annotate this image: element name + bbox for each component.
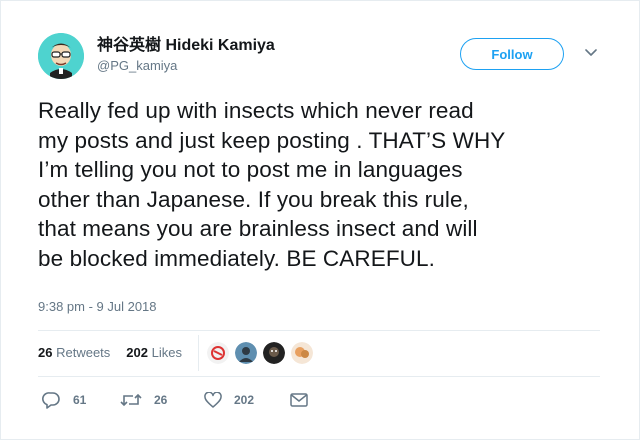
liker-avatar[interactable] (262, 341, 286, 365)
tweet-header: 神谷英樹 Hideki Kamiya @PG_kamiya Follow (38, 33, 608, 83)
divider (38, 376, 600, 377)
engagement-stats: 26 Retweets 202 Likes (38, 345, 198, 360)
author-names: 神谷英樹 Hideki Kamiya @PG_kamiya (97, 36, 275, 75)
retweets-stat-count: 26 (38, 345, 53, 360)
retweets-stat[interactable]: 26 Retweets (38, 345, 110, 360)
author-handle[interactable]: @PG_kamiya (97, 57, 275, 75)
retweet-count: 26 (154, 393, 168, 407)
likes-stat-label: Likes (151, 345, 182, 360)
like-count: 202 (234, 393, 255, 407)
tweet-timestamp[interactable]: 9:38 pm - 9 Jul 2018 (38, 299, 157, 314)
retweets-stat-label: Retweets (56, 345, 111, 360)
tweet-line: Really fed up with insects which never r… (38, 98, 474, 123)
reply-icon (42, 391, 61, 409)
tweet-line: my posts and just keep posting . THAT’S … (38, 127, 506, 153)
liker-avatar[interactable] (206, 341, 230, 365)
tweet-text: Really fed up with insects which never r… (38, 96, 613, 274)
chevron-down-icon[interactable] (583, 45, 599, 61)
author-display-name[interactable]: 神谷英樹 Hideki Kamiya (97, 36, 275, 56)
tweet-line: be blocked immediately. BE CAREFUL. (38, 245, 435, 271)
liker-avatar[interactable] (290, 341, 314, 365)
envelope-icon (290, 393, 308, 407)
likes-stat[interactable]: 202 Likes (126, 345, 182, 360)
tweet-actions: 61 26 202 (42, 391, 308, 409)
liker-avatars (206, 341, 318, 365)
tweet-line: I’m telling you not to post me in langua… (38, 157, 463, 183)
liker-avatar[interactable] (234, 341, 258, 365)
like-button[interactable]: 202 (204, 392, 290, 408)
retweet-icon (120, 392, 142, 408)
retweet-button[interactable]: 26 (120, 392, 204, 408)
tweet-line: other than Japanese. If you break this r… (38, 186, 469, 212)
divider (38, 330, 600, 331)
direct-message-button[interactable] (290, 393, 308, 407)
likes-stat-count: 202 (126, 345, 148, 360)
tweet-line: that means you are brainless insect and … (38, 216, 478, 242)
reply-button[interactable]: 61 (42, 391, 120, 409)
author-avatar[interactable] (38, 33, 84, 79)
reply-count: 61 (73, 393, 87, 407)
stats-separator (198, 335, 199, 371)
follow-button[interactable]: Follow (460, 38, 564, 70)
heart-icon (204, 392, 222, 408)
